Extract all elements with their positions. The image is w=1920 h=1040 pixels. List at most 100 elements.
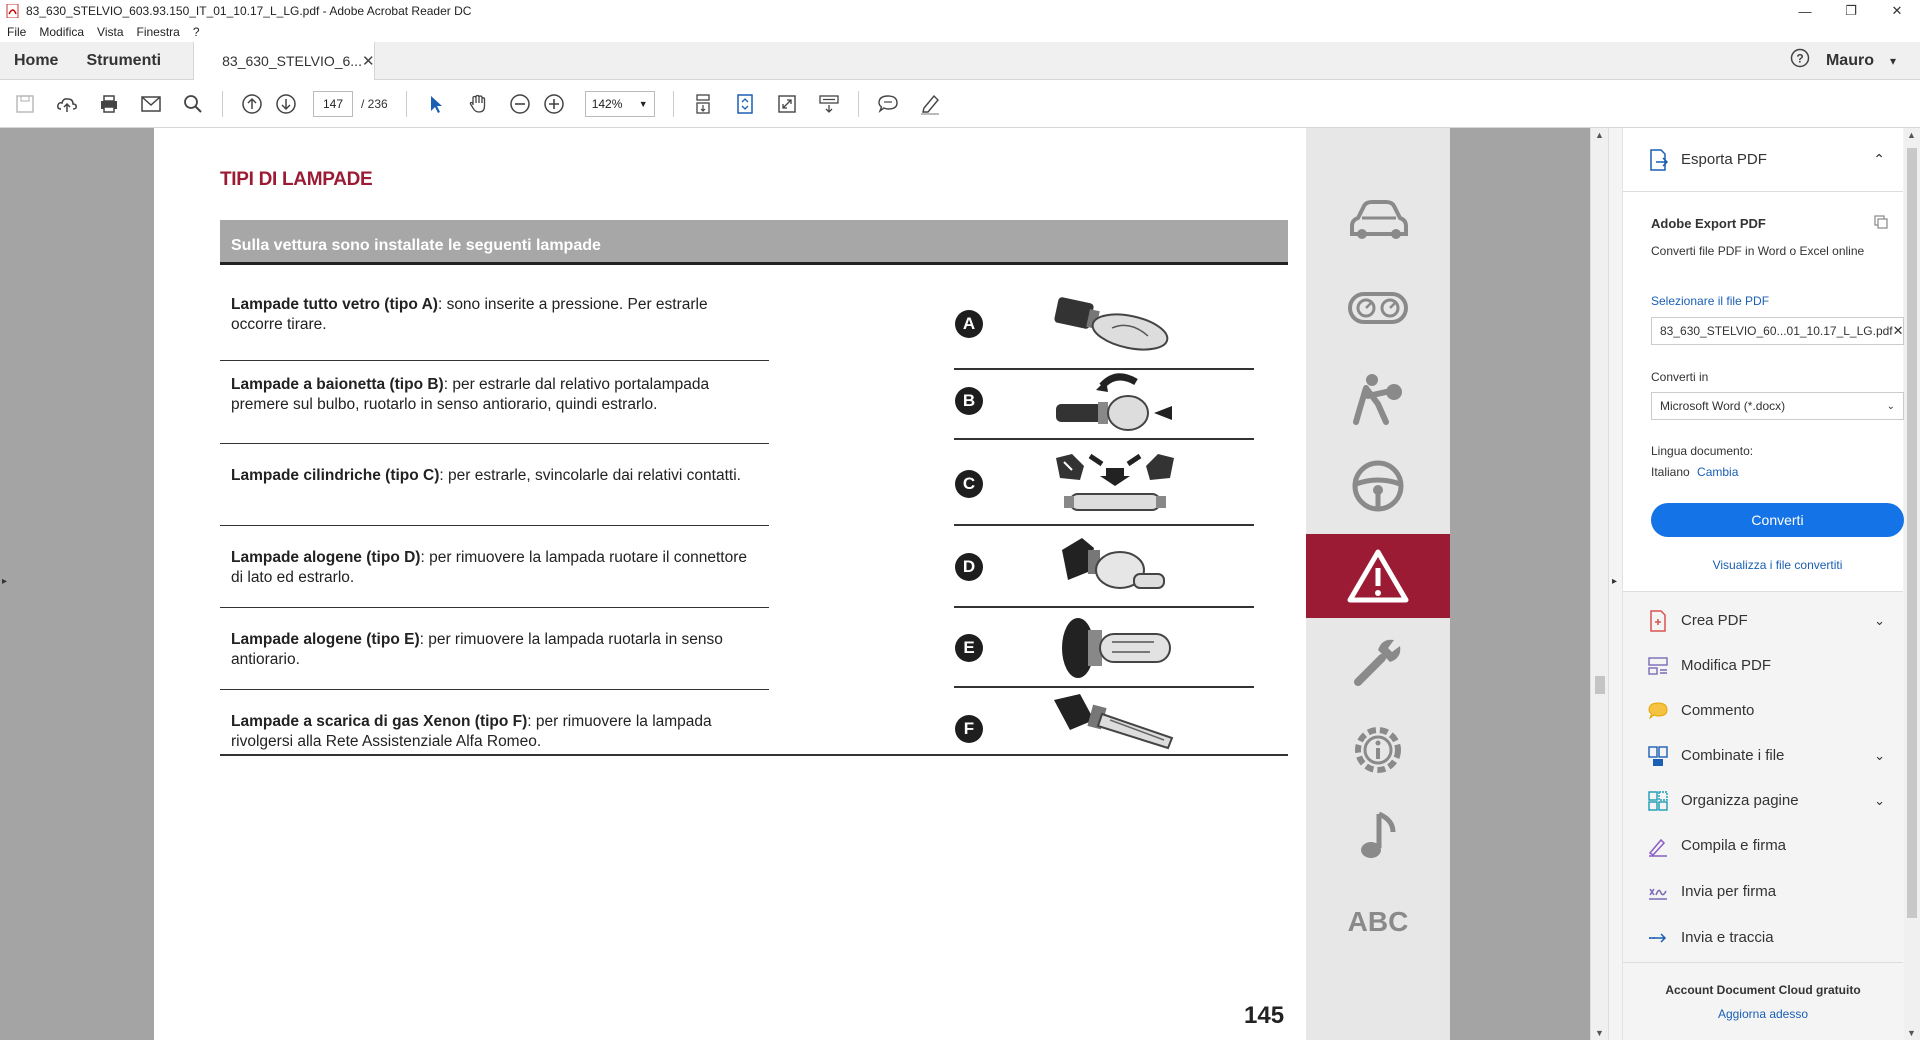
read-mode-icon[interactable] (816, 91, 842, 117)
tools-pane-scroll-thumb[interactable] (1907, 148, 1917, 918)
tool-send-track[interactable]: Invia e traccia (1623, 915, 1903, 960)
comment-tool-icon[interactable] (875, 91, 901, 117)
section-title: TIPI DI LAMPADE (220, 169, 373, 190)
print-icon[interactable] (96, 91, 122, 117)
selected-file-field[interactable]: 83_630_STELVIO_60...01_10.17_L_LG.pdf ✕ (1651, 317, 1904, 345)
search-icon[interactable] (180, 91, 206, 117)
seat-airbag-icon[interactable] (1306, 356, 1450, 440)
lamp-b-illustration (1056, 373, 1172, 431)
send-track-icon (1647, 927, 1669, 949)
tool-send-for-signature[interactable]: Invia per firma (1623, 869, 1903, 914)
highlight-pen-icon[interactable] (917, 91, 943, 117)
tool-edit-pdf[interactable]: Modifica PDF (1623, 643, 1903, 688)
menu-finestra[interactable]: Finestra (137, 25, 180, 39)
technical-info-icon[interactable] (1306, 708, 1450, 792)
create-pdf-icon (1647, 609, 1669, 632)
lamp-type-description: : per estrarle, svincolarle dai relativi… (439, 467, 741, 484)
close-tab-icon[interactable]: ✕ (362, 52, 375, 70)
car-icon[interactable] (1306, 178, 1450, 262)
toolbar: 147 / 236 142% ▼ (0, 80, 1920, 128)
full-screen-icon[interactable] (774, 91, 800, 117)
service-description: Converti file PDF in Word o Excel online (1651, 244, 1865, 258)
tab-home[interactable]: Home (0, 42, 72, 80)
edit-pdf-icon (1647, 655, 1669, 677)
toolbar-separator (857, 90, 859, 117)
zoom-in-icon[interactable] (541, 91, 567, 117)
table-bottom-rule (220, 754, 1288, 756)
view-converted-files-link[interactable]: Visualizza i file convertiti (1651, 558, 1904, 572)
index-abc-tab[interactable]: ABC (1306, 880, 1450, 964)
scroll-down-arrow-icon[interactable]: ▼ (1595, 1028, 1604, 1038)
close-window-button[interactable]: ✕ (1874, 0, 1920, 22)
pane-scroll-down-arrow-icon[interactable]: ▼ (1907, 1028, 1916, 1038)
menu-file[interactable]: File (7, 25, 26, 39)
previous-page-icon[interactable] (239, 91, 265, 117)
account-footer: Account Document Cloud gratuito Aggiorna… (1623, 962, 1903, 1021)
menu-help[interactable]: ? (193, 25, 200, 39)
tools-pane-collapse-strip[interactable]: ▸ (1609, 128, 1623, 1040)
tool-organize-pages[interactable]: Organizza pagine ⌄ (1623, 778, 1903, 823)
scroll-up-arrow-icon[interactable]: ▲ (1595, 130, 1604, 140)
copy-settings-icon[interactable] (1873, 214, 1889, 235)
tab-tools[interactable]: Strumenti (72, 42, 175, 80)
left-panel-expand-icon[interactable]: ▸ (2, 576, 7, 587)
tools-pane-scrollbar[interactable]: ▲ ▼ (1904, 128, 1920, 1040)
lamp-c-illustration (1056, 453, 1174, 511)
select-cursor-icon[interactable] (423, 91, 449, 117)
comment-icon (1647, 700, 1669, 722)
document-scroll-thumb[interactable] (1595, 676, 1605, 694)
user-menu-chevron-icon[interactable]: ▾ (1890, 54, 1896, 68)
steering-wheel-icon[interactable] (1306, 444, 1450, 528)
tool-fill-sign[interactable]: Compila e firma (1623, 823, 1903, 868)
pdf-page: TIPI DI LAMPADE Sulla vettura sono insta… (154, 128, 1450, 1040)
lamp-type-name: Lampade tutto vetro (tipo A) (231, 296, 438, 313)
restore-button[interactable]: ❐ (1828, 0, 1874, 22)
zoom-out-icon[interactable] (507, 91, 533, 117)
dashboard-gauge-icon[interactable] (1306, 266, 1450, 350)
multimedia-music-icon[interactable] (1306, 794, 1450, 878)
tool-comment[interactable]: Commento (1623, 688, 1903, 733)
convert-format-select[interactable]: Microsoft Word (*.docx) ⌄ (1651, 392, 1904, 420)
document-viewer[interactable]: ▸ TIPI DI LAMPADE Sulla vettura sono ins… (0, 128, 1608, 1040)
convert-button[interactable]: Converti (1651, 503, 1904, 537)
table-row: Lampade a scarica di gas Xenon (tipo F):… (220, 690, 1288, 754)
tool-create-pdf[interactable]: Crea PDF ⌄ (1623, 598, 1903, 643)
save-icon[interactable] (12, 91, 38, 117)
expand-chevron-down-icon[interactable]: ⌄ (1874, 748, 1885, 764)
fill-sign-icon (1647, 835, 1669, 857)
scroll-mode-icon[interactable] (690, 91, 716, 117)
minimize-button[interactable]: — (1782, 0, 1828, 22)
export-pdf-panel: Adobe Export PDF Converti file PDF in Wo… (1623, 192, 1904, 592)
upgrade-now-link[interactable]: Aggiorna adesso (1623, 1007, 1903, 1021)
tools-pane: ▸ Esporta PDF ⌃ Adobe Export PDF Convert… (1608, 128, 1920, 1040)
collapse-chevron-up-icon[interactable]: ⌃ (1873, 151, 1885, 168)
hand-tool-icon[interactable] (465, 91, 491, 117)
expand-chevron-down-icon[interactable]: ⌄ (1874, 613, 1885, 629)
clear-file-icon[interactable]: ✕ (1893, 323, 1904, 339)
email-icon[interactable] (138, 91, 164, 117)
page-number-input[interactable]: 147 (313, 90, 353, 117)
expand-chevron-down-icon[interactable]: ⌄ (1874, 793, 1885, 809)
help-icon[interactable]: ? (1790, 48, 1810, 73)
warning-triangle-icon[interactable] (1306, 534, 1450, 618)
pane-scroll-up-arrow-icon[interactable]: ▲ (1907, 130, 1916, 140)
menu-vista[interactable]: Vista (97, 25, 123, 39)
next-page-icon[interactable] (273, 91, 299, 117)
collapse-pane-arrow-icon[interactable]: ▸ (1612, 576, 1617, 587)
convert-format-value: Microsoft Word (*.docx) (1660, 399, 1786, 413)
svg-text:?: ? (1796, 52, 1803, 66)
table-row: Lampade alogene (tipo D): per rimuovere … (220, 526, 1288, 608)
title-bar: 83_630_STELVIO_603.93.150_IT_01_10.17_L_… (0, 0, 1920, 22)
wrench-icon[interactable] (1306, 620, 1450, 704)
tab-document[interactable]: 83_630_STELVIO_6... ✕ (193, 41, 376, 80)
change-language-link[interactable]: Cambia (1697, 465, 1738, 479)
acrobat-app-icon (6, 3, 20, 19)
fit-page-icon[interactable] (732, 91, 758, 117)
user-name[interactable]: Mauro (1826, 52, 1874, 70)
menu-modifica[interactable]: Modifica (39, 25, 84, 39)
document-scrollbar[interactable]: ▲ ▼ (1590, 128, 1608, 1040)
tool-combine-files[interactable]: Combinate i file ⌄ (1623, 733, 1903, 778)
zoom-level-select[interactable]: 142% ▼ (584, 90, 655, 117)
export-pdf-header[interactable]: Esporta PDF ⌃ (1623, 128, 1903, 192)
upload-cloud-icon[interactable] (54, 91, 80, 117)
